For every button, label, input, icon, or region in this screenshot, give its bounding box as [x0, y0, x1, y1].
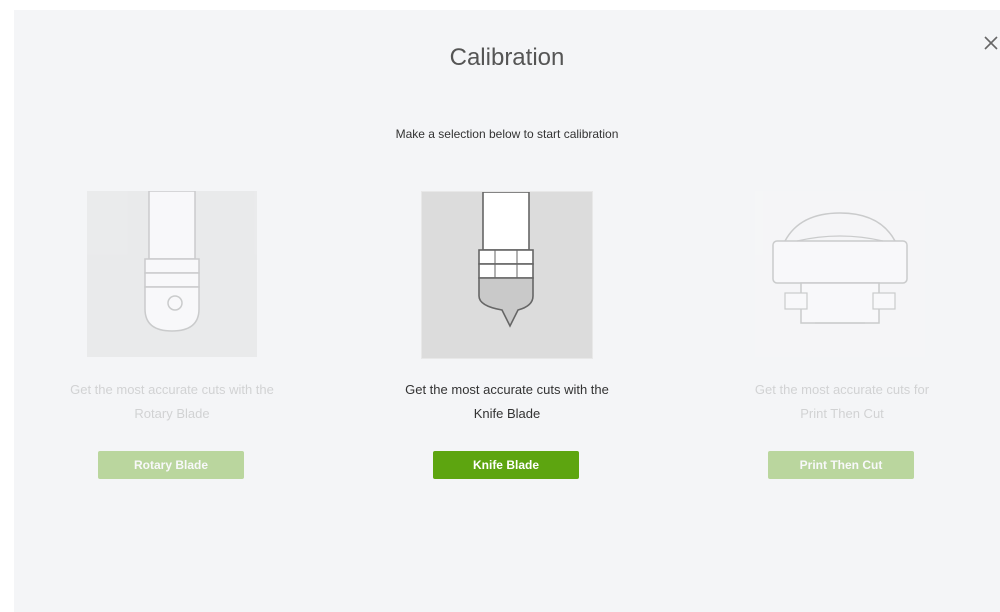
description-line: Print Then Cut [800, 406, 884, 421]
knife-blade-icon[interactable] [421, 191, 593, 359]
description-line: Knife Blade [473, 406, 541, 421]
knife-blade-button[interactable]: Knife Blade [433, 451, 579, 479]
rotary-blade-button[interactable]: Rotary Blade [98, 451, 244, 479]
option-description: Get the most accurate cuts with the Knif… [372, 378, 642, 426]
option-description: Get the most accurate cuts for Print The… [707, 378, 977, 426]
option-description: Get the most accurate cuts with the Rota… [37, 378, 307, 426]
description-line: Get the most accurate cuts with the [70, 382, 274, 397]
description-line: Rotary Blade [134, 406, 210, 421]
printer-icon[interactable] [755, 191, 925, 357]
rotary-blade-icon[interactable] [87, 190, 257, 357]
description-line: Get the most accurate cuts with the [405, 382, 609, 397]
print-then-cut-button[interactable]: Print Then Cut [768, 451, 914, 479]
dialog-title: Calibration [449, 44, 565, 71]
description-line: Get the most accurate cuts for [754, 382, 930, 397]
dialog-subtitle: Make a selection below to start calibrat… [395, 127, 619, 141]
